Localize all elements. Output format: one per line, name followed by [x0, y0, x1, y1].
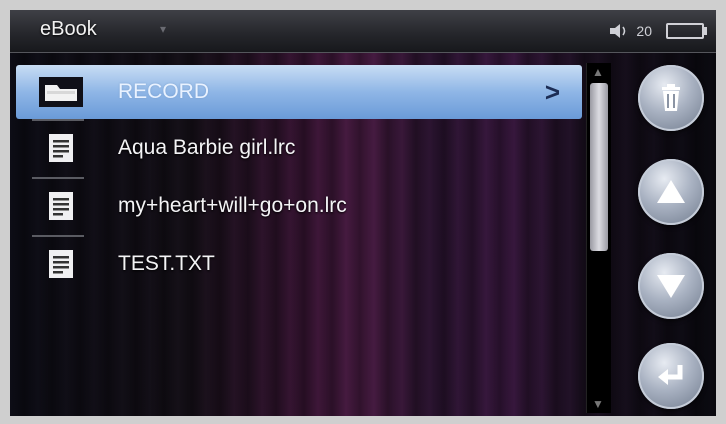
status-area: 20	[608, 20, 707, 42]
return-icon	[658, 365, 683, 385]
page-down-button[interactable]	[638, 253, 704, 319]
list-item-my-heart-will-go-on[interactable]: my+heart+will+go+on.lrc	[10, 177, 582, 235]
list-item-label: RECORD	[118, 80, 210, 103]
list-item-label: Aqua Barbie girl.lrc	[118, 136, 296, 159]
title-dropdown-icon[interactable]: ▾	[160, 22, 166, 36]
list-item-label: my+heart+will+go+on.lrc	[118, 194, 347, 217]
scrollbar[interactable]: ▲ ▼	[586, 63, 611, 413]
document-icon	[34, 184, 88, 228]
arrow-down-icon	[657, 275, 685, 298]
scroll-up-icon[interactable]: ▲	[592, 65, 604, 79]
app-title: eBook	[40, 18, 97, 40]
document-icon	[34, 126, 88, 170]
row-divider	[32, 235, 84, 237]
file-list: RECORD > Aqua Barbie girl.lrc my+heart+w…	[10, 65, 582, 293]
page-up-button[interactable]	[638, 159, 704, 225]
trash-icon	[662, 84, 680, 111]
arrow-up-icon	[657, 180, 685, 203]
row-divider	[32, 177, 84, 179]
battery-icon	[666, 23, 707, 39]
title-bar: eBook ▾ 20	[10, 10, 716, 53]
enter-button[interactable]	[638, 343, 704, 409]
list-item-aqua-barbie-girl[interactable]: Aqua Barbie girl.lrc	[10, 119, 582, 177]
volume-level: 20	[636, 23, 652, 39]
list-item-test-txt[interactable]: TEST.TXT	[10, 235, 582, 293]
list-item-label: TEST.TXT	[118, 252, 215, 275]
speaker-icon[interactable]	[608, 22, 630, 40]
device-screen: eBook ▾ 20 RECORD > Aqua Barbie girl.lrc…	[10, 10, 716, 416]
document-icon	[34, 242, 88, 286]
scroll-down-icon[interactable]: ▼	[592, 397, 604, 411]
scrollbar-thumb[interactable]	[590, 83, 608, 251]
list-item-record[interactable]: RECORD >	[16, 65, 582, 119]
row-divider	[32, 119, 84, 121]
delete-button[interactable]	[638, 65, 704, 131]
file-browser: RECORD > Aqua Barbie girl.lrc my+heart+w…	[10, 53, 716, 416]
folder-icon	[34, 70, 88, 114]
chevron-right-icon: >	[544, 77, 560, 107]
